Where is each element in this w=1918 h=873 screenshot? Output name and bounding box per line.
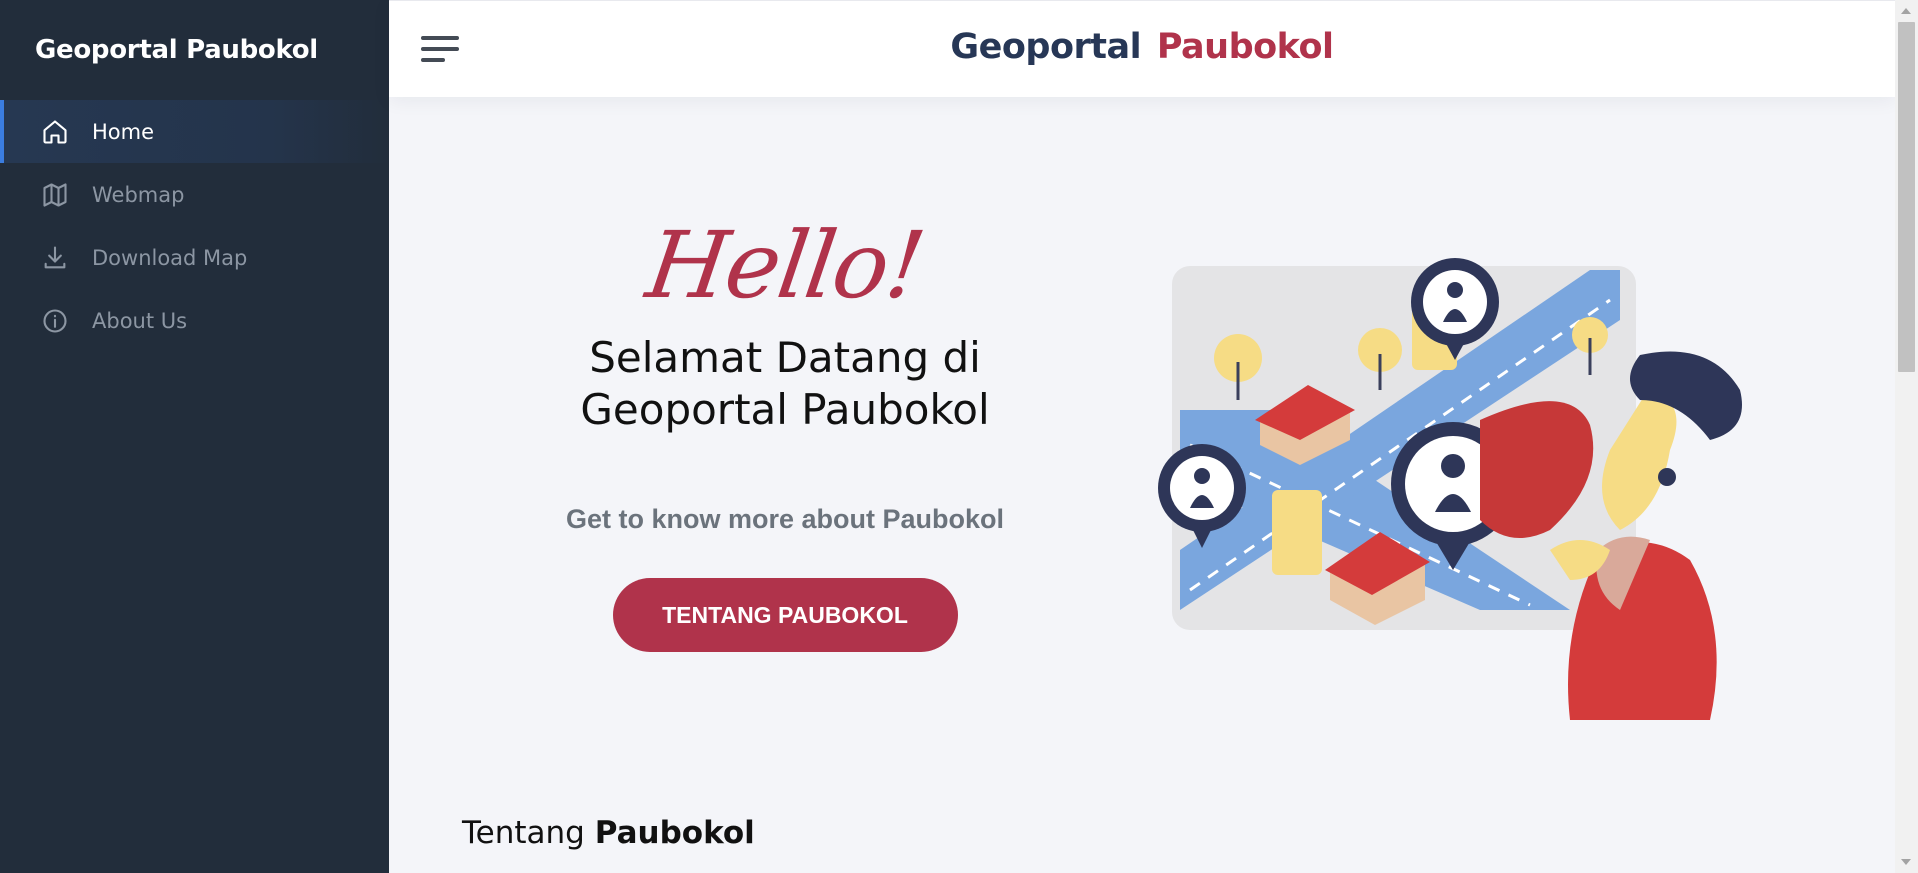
info-icon (40, 306, 70, 336)
hero-subtitle: Get to know more about Paubokol (565, 504, 1005, 534)
vertical-scrollbar[interactable] (1895, 0, 1918, 873)
sidebar-item-download-map[interactable]: Download Map (0, 226, 389, 289)
section-title-bold: Paubokol (594, 815, 755, 851)
sidebar: Geoportal Paubokol Home Webmap Download … (0, 0, 389, 873)
scroll-down-arrow-icon[interactable] (1901, 859, 1911, 865)
welcome-heading: Selamat Datang di Geoportal Paubokol (580, 333, 990, 434)
map-illustration (1150, 250, 1780, 730)
home-icon (40, 117, 70, 147)
sidebar-item-label: Webmap (92, 182, 185, 207)
header-title-geoportal: Geoportal (950, 27, 1142, 67)
scroll-up-arrow-icon[interactable] (1901, 8, 1911, 14)
sidebar-nav: Home Webmap Download Map About Us (0, 100, 389, 352)
header-title-paubokol: Paubokol (1156, 27, 1334, 67)
tentang-paubokol-button[interactable]: TENTANG PAUBOKOL (612, 578, 958, 652)
sidebar-item-label: About Us (92, 308, 188, 333)
section-title: Tentang Paubokol (462, 815, 755, 851)
header-title: Geoportal Paubokol (389, 27, 1895, 67)
sidebar-brand[interactable]: Geoportal Paubokol (0, 0, 389, 100)
map-icon (40, 180, 70, 210)
sidebar-item-about-us[interactable]: About Us (0, 289, 389, 352)
sidebar-item-home[interactable]: Home (0, 100, 389, 163)
hero-text: Hello! Selamat Datang di Geoportal Paubo… (420, 212, 1150, 652)
scroll-thumb[interactable] (1898, 22, 1915, 372)
hello-greeting: Hello! (640, 212, 930, 319)
section-title-light: Tentang (462, 815, 585, 851)
sidebar-item-label: Download Map (92, 245, 248, 270)
top-header: Geoportal Paubokol (389, 0, 1895, 97)
sidebar-item-webmap[interactable]: Webmap (0, 163, 389, 226)
download-icon (40, 243, 70, 273)
sidebar-item-label: Home (92, 119, 155, 144)
